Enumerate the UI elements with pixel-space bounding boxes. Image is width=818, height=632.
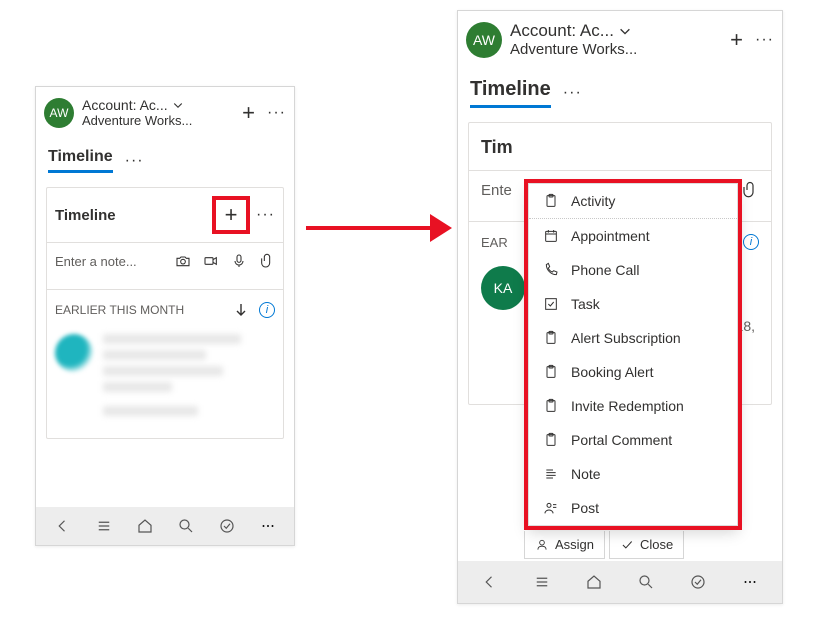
tab-timeline[interactable]: Timeline bbox=[48, 148, 113, 173]
back-button[interactable] bbox=[48, 517, 78, 535]
page-title: Account: Ac... bbox=[82, 97, 168, 113]
tab-bar: Timeline ··· bbox=[36, 134, 294, 173]
phone-view-right: AW Account: Ac... Adventure Works... + ·… bbox=[457, 10, 783, 604]
menu-item-post[interactable]: Post bbox=[529, 491, 737, 525]
menu-label: Post bbox=[571, 500, 599, 516]
menu-label: Invite Redemption bbox=[571, 398, 684, 414]
page-title: Account: Ac... bbox=[510, 21, 614, 41]
search-button[interactable] bbox=[171, 517, 201, 535]
avatar: AW bbox=[466, 22, 502, 58]
timeline-entry bbox=[55, 328, 275, 438]
page-subtitle: Adventure Works... bbox=[82, 113, 242, 128]
new-record-button[interactable]: + bbox=[242, 100, 255, 126]
add-timeline-item-button[interactable]: + bbox=[214, 198, 248, 232]
menu-item-task[interactable]: Task bbox=[529, 287, 737, 321]
assign-button[interactable]: Assign bbox=[524, 531, 605, 559]
menu-item-note[interactable]: Note bbox=[529, 457, 737, 491]
back-button[interactable] bbox=[475, 573, 505, 591]
entry-avatar bbox=[55, 334, 93, 372]
section-label: EARLIER THIS MONTH bbox=[55, 303, 184, 317]
menu-item-alert-subscription[interactable]: Alert Subscription bbox=[529, 321, 737, 355]
action-row: Assign Close bbox=[524, 531, 684, 559]
camera-icon[interactable] bbox=[175, 253, 191, 269]
bottom-nav bbox=[458, 561, 782, 603]
menu-label: Alert Subscription bbox=[571, 330, 681, 346]
page-header: AW Account: Ac... Adventure Works... + ·… bbox=[36, 87, 294, 134]
tab-timeline[interactable]: Timeline bbox=[470, 78, 551, 108]
card-title: Tim bbox=[481, 137, 759, 158]
info-icon[interactable]: i bbox=[743, 234, 759, 250]
attachment-icon[interactable] bbox=[741, 181, 759, 199]
avatar: AW bbox=[44, 98, 74, 128]
video-icon[interactable] bbox=[203, 253, 219, 269]
title-block: Account: Ac... Adventure Works... bbox=[510, 21, 730, 58]
task-validation-button[interactable] bbox=[212, 517, 242, 535]
new-record-button[interactable]: + bbox=[730, 27, 743, 53]
menu-item-appointment[interactable]: Appointment bbox=[529, 219, 737, 253]
close-label: Close bbox=[640, 537, 673, 552]
search-button[interactable] bbox=[631, 573, 661, 591]
page-header: AW Account: Ac... Adventure Works... + ·… bbox=[458, 11, 782, 64]
task-validation-button[interactable] bbox=[683, 573, 713, 591]
more-actions-button[interactable]: ··· bbox=[267, 104, 286, 122]
menu-item-booking-alert[interactable]: Booking Alert bbox=[529, 355, 737, 389]
more-actions-button[interactable]: ··· bbox=[755, 31, 774, 49]
nav-more-button[interactable] bbox=[735, 573, 765, 591]
tabs-overflow-button[interactable]: ··· bbox=[563, 84, 582, 102]
home-button[interactable] bbox=[130, 517, 160, 535]
info-icon[interactable]: i bbox=[259, 302, 275, 318]
card-more-button[interactable]: ··· bbox=[256, 206, 275, 224]
page-subtitle: Adventure Works... bbox=[510, 41, 730, 58]
tabs-overflow-button[interactable]: ··· bbox=[125, 152, 144, 170]
mic-icon[interactable] bbox=[231, 253, 247, 269]
assign-label: Assign bbox=[555, 537, 594, 552]
attachment-icon[interactable] bbox=[259, 253, 275, 269]
menu-label: Activity bbox=[571, 193, 615, 209]
menu-item-invite-redemption[interactable]: Invite Redemption bbox=[529, 389, 737, 423]
menu-item-phone-call[interactable]: Phone Call bbox=[529, 253, 737, 287]
menu-label: Phone Call bbox=[571, 262, 640, 278]
note-input[interactable]: Enter a note... bbox=[55, 254, 165, 269]
menu-button[interactable] bbox=[89, 517, 119, 535]
menu-label: Appointment bbox=[571, 228, 650, 244]
phone-view-left: AW Account: Ac... Adventure Works... + ·… bbox=[35, 86, 295, 546]
tab-bar: Timeline ··· bbox=[458, 64, 782, 108]
card-title: Timeline bbox=[55, 207, 214, 224]
arrow-icon bbox=[306, 226, 436, 230]
menu-label: Note bbox=[571, 466, 601, 482]
menu-button[interactable] bbox=[527, 573, 557, 591]
title-block: Account: Ac... Adventure Works... bbox=[82, 97, 242, 128]
menu-item-portal-comment[interactable]: Portal Comment bbox=[529, 423, 737, 457]
add-activity-menu: Activity Appointment Phone Call Task Ale… bbox=[528, 183, 738, 526]
close-button[interactable]: Close bbox=[609, 531, 684, 559]
arrow-head-icon bbox=[430, 214, 452, 242]
menu-label: Booking Alert bbox=[571, 364, 654, 380]
entry-avatar: KA bbox=[481, 266, 525, 310]
section-label: EAR bbox=[481, 235, 508, 250]
home-button[interactable] bbox=[579, 573, 609, 591]
chevron-down-icon[interactable] bbox=[172, 99, 184, 111]
bottom-nav bbox=[36, 507, 294, 545]
menu-item-activity[interactable]: Activity bbox=[529, 184, 737, 219]
menu-label: Portal Comment bbox=[571, 432, 672, 448]
chevron-down-icon[interactable] bbox=[618, 24, 632, 38]
nav-more-button[interactable] bbox=[253, 517, 283, 535]
menu-label: Task bbox=[571, 296, 600, 312]
sort-icon[interactable] bbox=[233, 302, 249, 318]
timeline-card: Timeline + ··· Enter a note... EARLIER T… bbox=[46, 187, 284, 439]
